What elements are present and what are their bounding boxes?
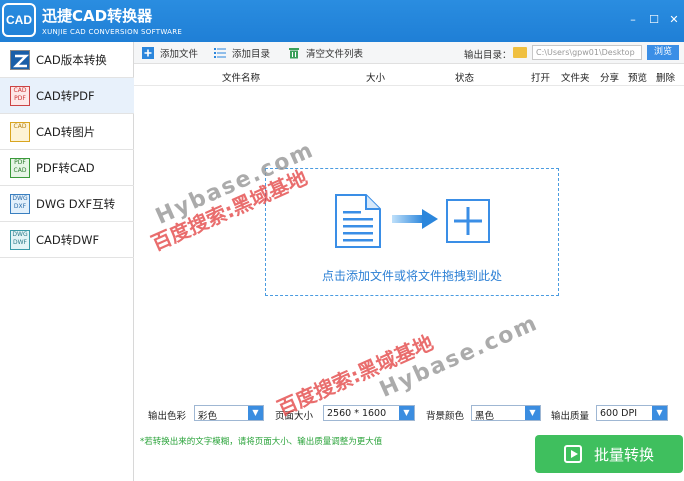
chevron-down-icon: ▼	[652, 406, 667, 420]
sidebar-item-cad-to-dwf[interactable]: DWG DWF CAD转DWF	[0, 222, 134, 258]
sidebar-item-label: PDF转CAD	[36, 160, 95, 175]
bg-color-value: 黑色	[475, 411, 495, 422]
icon-caption: CAD	[13, 122, 27, 130]
col-folder: 文件夹	[561, 73, 590, 84]
icon-caption: DWG DXF	[12, 194, 28, 210]
add-folder-button[interactable]: 添加目录	[214, 46, 270, 60]
file-list-header: 文件名称 大小 状态 打开 文件夹 分享 预览 删除	[134, 64, 684, 86]
sidebar-item-label: DWG DXF互转	[36, 196, 116, 211]
color-select[interactable]: 彩色 ▼	[194, 405, 264, 422]
drop-zone[interactable]: 点击添加文件或将文件拖拽到此处	[265, 168, 559, 296]
toolbar: 添加文件 添加目录 清空文件列表 输出目录： C:\Users\gpw01\De…	[134, 42, 684, 64]
minimize-button[interactable]: –	[627, 14, 639, 26]
sidebar-item-dwg-dxf[interactable]: DWG DXF DWG DXF互转	[0, 186, 134, 222]
icon-caption: PDF CAD	[13, 158, 27, 174]
title-bar: CAD 迅捷CAD转换器 XUNJIE CAD CONVERSION SOFTW…	[0, 0, 684, 42]
col-preview: 预览	[628, 73, 648, 84]
output-options: 输出色彩 彩色 ▼ 页面大小 2560 * 1600 ▼ 背景颜色 黑色 ▼ 输…	[134, 400, 684, 426]
cad-to-image-icon: CAD	[10, 121, 30, 142]
icon-caption: DWG DWF	[12, 230, 28, 246]
col-filename: 文件名称	[222, 73, 261, 84]
add-folder-label: 添加目录	[232, 49, 271, 60]
col-delete: 删除	[656, 73, 676, 84]
page-size-value: 2560 * 1600	[327, 408, 387, 419]
color-label: 输出色彩	[148, 411, 187, 422]
color-value: 彩色	[198, 411, 218, 422]
col-share: 分享	[600, 73, 620, 84]
bg-color-select[interactable]: 黑色 ▼	[471, 405, 541, 422]
sidebar-item-cad-version[interactable]: CAD版本转换	[0, 42, 134, 78]
maximize-icon: ☐	[649, 13, 659, 26]
page-size-select[interactable]: 2560 * 1600 ▼	[323, 405, 415, 421]
sidebar: CAD版本转换 CAD PDF CAD转PDF CAD CAD转图片 PDF C…	[0, 42, 134, 481]
add-file-label: 添加文件	[160, 49, 199, 60]
batch-convert-button[interactable]: 批量转换	[535, 435, 683, 473]
cad-version-icon	[10, 49, 30, 70]
quality-select[interactable]: 600 DPI ▼	[596, 405, 668, 421]
chevron-down-icon: ▼	[525, 406, 540, 420]
col-size: 大小	[366, 73, 386, 84]
chevron-down-icon: ▼	[248, 406, 263, 420]
icon-caption: CAD PDF	[13, 86, 27, 102]
clear-list-label: 清空文件列表	[306, 49, 364, 60]
sidebar-item-label: CAD转DWF	[36, 232, 100, 247]
browse-button[interactable]: 浏览	[647, 45, 679, 60]
close-button[interactable]: ✕	[668, 14, 680, 26]
document-icon	[335, 194, 381, 248]
pdf-to-cad-icon: PDF CAD	[10, 157, 30, 178]
folder-icon[interactable]	[513, 47, 527, 58]
logo-text: CAD	[6, 13, 32, 27]
list-icon	[214, 48, 226, 58]
trash-icon	[289, 48, 299, 59]
app-logo: CAD	[2, 3, 36, 37]
quality-value: 600 DPI	[600, 408, 637, 419]
chevron-down-icon: ▼	[399, 406, 414, 420]
page-size-label: 页面大小	[275, 411, 314, 422]
minimize-icon: –	[630, 13, 636, 26]
app-title: 迅捷CAD转换器	[42, 7, 153, 25]
play-icon	[563, 445, 582, 463]
sidebar-item-label: CAD转图片	[36, 124, 96, 139]
hint-text: *若转换出来的文字模糊，请将页面大小、输出质量调整为更大值	[140, 437, 383, 447]
add-file-button[interactable]: 添加文件	[142, 46, 198, 60]
drop-hint: 点击添加文件或将文件拖拽到此处	[321, 269, 502, 283]
sidebar-item-label: CAD转PDF	[36, 88, 95, 103]
sidebar-item-cad-to-pdf[interactable]: CAD PDF CAD转PDF	[0, 78, 134, 114]
arrow-right-icon	[392, 209, 438, 229]
sidebar-item-pdf-to-cad[interactable]: PDF CAD PDF转CAD	[0, 150, 134, 186]
output-dir-label: 输出目录：	[464, 50, 512, 61]
output-path-field[interactable]: C:\Users\gpw01\Desktop	[532, 45, 642, 60]
sidebar-item-cad-to-image[interactable]: CAD CAD转图片	[0, 114, 134, 150]
sidebar-item-label: CAD版本转换	[36, 52, 107, 67]
quality-label: 输出质量	[551, 411, 590, 422]
batch-convert-label: 批量转换	[593, 445, 654, 464]
maximize-button[interactable]: ☐	[648, 14, 660, 26]
cad-to-pdf-icon: CAD PDF	[10, 85, 30, 106]
watermark-gray-2: Hybase.com	[376, 310, 543, 403]
cad-to-dwf-icon: DWG DWF	[10, 229, 30, 250]
bg-color-label: 背景颜色	[426, 411, 465, 422]
col-open: 打开	[531, 73, 551, 84]
add-plus-icon	[446, 199, 490, 243]
dwg-dxf-icon: DWG DXF	[10, 193, 30, 214]
col-status: 状态	[455, 73, 475, 84]
app-subtitle: XUNJIE CAD CONVERSION SOFTWARE	[42, 28, 183, 36]
close-icon: ✕	[669, 13, 679, 26]
clear-list-button[interactable]: 清空文件列表	[288, 46, 363, 60]
add-file-icon	[142, 47, 154, 59]
